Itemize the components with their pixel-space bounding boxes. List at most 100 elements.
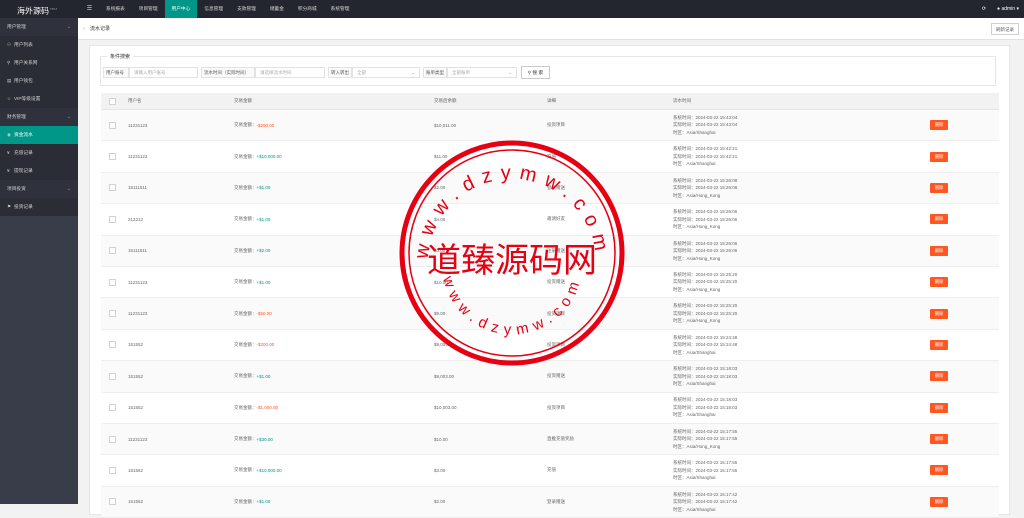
refresh-records-button[interactable]: 刷新记录 bbox=[991, 23, 1019, 35]
type-select-value: 全部 bbox=[357, 70, 366, 75]
delete-button[interactable]: 删除 bbox=[930, 308, 948, 319]
row-checkbox[interactable] bbox=[109, 361, 116, 391]
cell-user: 11231123 bbox=[128, 154, 148, 160]
amount-prefix: 交易金额： bbox=[234, 310, 257, 316]
cell-balance: $2.00 bbox=[434, 185, 446, 191]
table-row: 15111511 交易金额： +$1.00 $2.00 登录赠送 系统时间：2024-03… bbox=[101, 172, 999, 205]
tab-arrow-icon[interactable]: › bbox=[83, 18, 85, 40]
row-checkbox[interactable] bbox=[109, 173, 116, 203]
sidebar-item[interactable]: ¥ 提现记录 bbox=[0, 162, 78, 180]
delete-button[interactable]: 删除 bbox=[930, 151, 948, 162]
cell-user: 11231123 bbox=[128, 311, 148, 317]
amount-prefix: 交易金额： bbox=[234, 279, 257, 285]
cell-amount: 交易金额： +$1.00 bbox=[234, 204, 270, 234]
nav-item[interactable]: 项目管理 bbox=[132, 0, 165, 18]
row-checkbox[interactable] bbox=[109, 298, 116, 328]
delete-button[interactable]: 删除 bbox=[930, 120, 948, 131]
row-checkbox[interactable] bbox=[109, 141, 116, 171]
sidebar-item[interactable]: ◉ 资金流水 bbox=[0, 126, 78, 144]
header-balance: 交易后余额 bbox=[434, 98, 457, 103]
menu-toggle-icon[interactable]: ☰ bbox=[80, 0, 99, 18]
nav-item[interactable]: 支款管理 bbox=[230, 0, 263, 18]
row-checkbox[interactable] bbox=[109, 455, 116, 485]
sidebar-item-label: 用户管理 bbox=[7, 24, 26, 29]
amount-prefix: 交易金额： bbox=[234, 436, 257, 442]
app-logo[interactable]: 海外源码TPL7 bbox=[0, 0, 78, 18]
search-button[interactable]: ⚲ 搜 索 bbox=[521, 66, 550, 79]
nav-item[interactable]: 储蓄金 bbox=[263, 0, 291, 18]
cell-amount: 交易金额： -$200.00 bbox=[234, 330, 274, 360]
timezone: 时区：Asia/Hong_Kong bbox=[673, 192, 721, 198]
delete-button[interactable]: 删除 bbox=[930, 245, 948, 256]
timezone: 时区：Asia/Shanghai bbox=[673, 129, 716, 135]
amount-prefix: 交易金额： bbox=[234, 247, 257, 253]
delete-button[interactable]: 删除 bbox=[930, 434, 948, 445]
system-time: 系统时间：2024-03-22 15:26:06 bbox=[673, 240, 738, 246]
timezone: 时区：Asia/Shanghai bbox=[673, 475, 716, 481]
cell-action: 删除 bbox=[930, 173, 948, 203]
sidebar-item[interactable]: ⚇ 用户列表 bbox=[0, 36, 78, 54]
chevron-down-icon: ⌄ bbox=[66, 24, 71, 30]
sidebar-item[interactable]: ▤ 用户钱包 bbox=[0, 72, 78, 90]
nav-item[interactable]: 系统管理 bbox=[324, 0, 357, 18]
nav-item[interactable]: 系统报表 bbox=[99, 0, 132, 18]
tab-title[interactable]: 流水记录 bbox=[90, 18, 110, 40]
amount-value: -$50.00 bbox=[256, 311, 272, 317]
top-right: ⟳ ● admin ▾ bbox=[982, 0, 1019, 18]
type-select[interactable]: 全部 ⌄ bbox=[352, 67, 420, 78]
timezone: 时区：Asia/Shanghai bbox=[673, 381, 716, 387]
cell-action: 删除 bbox=[930, 455, 948, 485]
sidebar-item-label: 提现记录 bbox=[14, 168, 33, 173]
type-label: 转入转出 bbox=[328, 67, 352, 78]
amount-prefix: 交易金额： bbox=[234, 216, 257, 222]
cell-amount: 交易金额： -$50.00 bbox=[234, 298, 272, 328]
sidebar-item[interactable]: ¥ 充值记录 bbox=[0, 144, 78, 162]
row-checkbox[interactable] bbox=[109, 110, 116, 140]
delete-button[interactable]: 删除 bbox=[930, 339, 948, 350]
delete-button[interactable]: 删除 bbox=[930, 182, 948, 193]
timezone: 时区：Asia/Shanghai bbox=[673, 161, 716, 167]
star-icon: ☆ bbox=[7, 96, 12, 101]
cell-amount: 交易金额： +$30.00 bbox=[234, 424, 273, 454]
row-checkbox[interactable] bbox=[109, 487, 116, 517]
actual-time: 实际时间：2024-03-22 15:17:55 bbox=[673, 467, 738, 473]
user-menu[interactable]: ● admin ▾ bbox=[997, 0, 1019, 18]
delete-button[interactable]: 删除 bbox=[930, 214, 948, 225]
delete-button[interactable]: 删除 bbox=[930, 277, 948, 288]
row-checkbox[interactable] bbox=[109, 424, 116, 454]
cell-user: 11231123 bbox=[128, 122, 148, 128]
row-checkbox[interactable] bbox=[109, 393, 116, 423]
sidebar-item[interactable]: ☆ VIP等级设置 bbox=[0, 90, 78, 108]
row-checkbox[interactable] bbox=[109, 267, 116, 297]
sidebar-item[interactable]: ⚑ 投资记录 bbox=[0, 198, 78, 216]
sidebar-item[interactable]: 财务管理 ⌄ bbox=[0, 108, 78, 126]
cell-time: 系统时间：2024-03-22 15:26:06 实际时间：2024-03-22 … bbox=[673, 204, 737, 234]
delete-button[interactable]: 删除 bbox=[930, 402, 948, 413]
timezone: 时区：Asia/Shanghai bbox=[673, 506, 716, 512]
delete-button[interactable]: 删除 bbox=[930, 496, 948, 507]
select-all-checkbox[interactable] bbox=[109, 93, 116, 109]
row-checkbox[interactable] bbox=[109, 330, 116, 360]
flag-icon: ⚑ bbox=[7, 204, 12, 209]
ledger-select[interactable]: 全部账单 ⌄ bbox=[447, 67, 517, 78]
nav-item[interactable]: 积分商城 bbox=[291, 0, 324, 18]
nav-item[interactable]: 信息管理 bbox=[197, 0, 230, 18]
amount-value: +$1.00 bbox=[256, 216, 271, 222]
row-checkbox[interactable] bbox=[109, 204, 116, 234]
search-icon: ⚲ bbox=[527, 70, 532, 75]
phone-input[interactable]: 请输入用户账号 bbox=[129, 67, 198, 78]
ledger-label: 账单类型 bbox=[423, 67, 447, 78]
delete-button[interactable]: 删除 bbox=[930, 371, 948, 382]
sidebar-item[interactable]: ⚲ 用户关系网 bbox=[0, 54, 78, 72]
row-checkbox[interactable] bbox=[109, 236, 116, 266]
sidebar-item[interactable]: 用户管理 ⌄ bbox=[0, 18, 78, 36]
delete-button[interactable]: 删除 bbox=[930, 465, 948, 476]
cell-user: 151552 bbox=[128, 467, 144, 473]
timezone: 时区：Asia/Hong_Kong bbox=[673, 286, 721, 292]
amount-prefix: 交易金额： bbox=[234, 341, 257, 347]
table-row: 151552 交易金额： +$10,000.00 $3.00 充值 系统时间：2024-0… bbox=[101, 455, 999, 487]
time-input[interactable]: 请选择流水时间 bbox=[255, 67, 325, 78]
sidebar-item[interactable]: 项目投资 ⌄ bbox=[0, 180, 78, 198]
refresh-icon[interactable]: ⟳ bbox=[982, 0, 986, 18]
nav-item[interactable]: 用户中心 bbox=[164, 0, 198, 18]
